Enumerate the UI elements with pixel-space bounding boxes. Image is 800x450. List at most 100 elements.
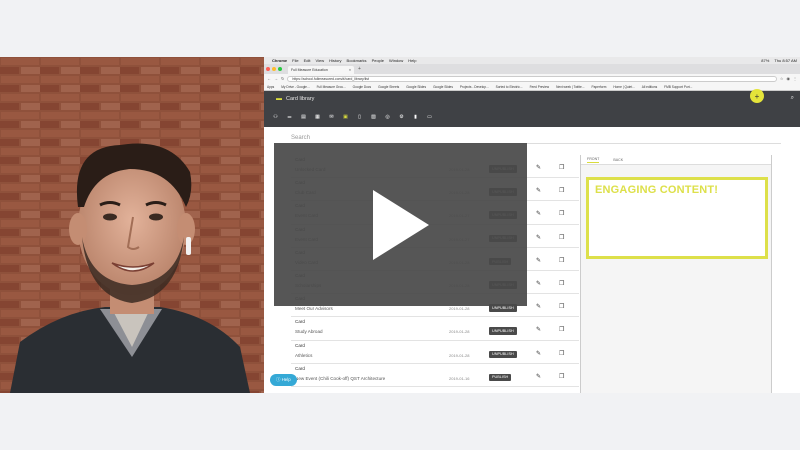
edit-icon[interactable]: ✎ [536,234,541,241]
video-icon[interactable]: ▭ [426,114,433,120]
menu-kebab-icon[interactable]: ⋮ [793,76,797,81]
menu-help[interactable]: Help [408,58,416,63]
copy-icon[interactable]: ❐ [559,303,564,310]
menu-people[interactable]: People [372,58,384,63]
help-label: Help [281,377,291,382]
settings-icon[interactable]: ⚙ [398,114,405,120]
card-type: Card [295,365,305,371]
back-icon[interactable]: ← [267,76,271,81]
publish-toggle-button[interactable]: PUBLISH [489,373,512,382]
tab-close-icon[interactable]: × [349,68,351,72]
bookmark-item[interactable]: Apps [267,85,274,89]
help-button[interactable]: ⓘ Help [270,374,297,386]
people-icon[interactable]: ⚇ [272,114,279,120]
copy-icon[interactable]: ❐ [559,257,564,264]
edit-icon[interactable]: ✎ [536,257,541,264]
browser-tab-bar: Full Measure Education × + [264,64,800,74]
edit-icon[interactable]: ✎ [536,350,541,357]
bookmarks-bar: Apps My Drive - Google... Full Measure G… [264,83,800,91]
page-title: Card library [286,96,315,102]
chat-icon[interactable]: ✉ [328,114,335,120]
edit-icon[interactable]: ✎ [536,373,541,380]
copy-icon[interactable]: ❐ [559,326,564,333]
copy-icon[interactable]: ❐ [559,210,564,217]
tablet-icon[interactable]: ▯ [356,114,363,120]
menu-view[interactable]: View [315,58,324,63]
card-date: 2019-01-28 [449,352,470,358]
bookmark-item[interactable]: Sorted to Electric... [496,85,523,89]
address-bar[interactable]: https://school.fullmeasured.com/#/card_l… [287,75,777,82]
publish-toggle-button[interactable]: UNPUBLISH [489,327,517,335]
reload-icon[interactable]: ↻ [281,76,284,81]
page-title-group: ▬ Card library [276,96,314,102]
edit-icon[interactable]: ✎ [536,280,541,287]
bookmark-item[interactable]: Google Sheets [378,85,399,89]
phone-icon[interactable]: ▮ [412,114,419,120]
bookmark-item[interactable]: Projects - Develop... [460,85,489,89]
play-icon[interactable] [371,188,431,262]
bookmark-item[interactable]: Google Docs [353,85,371,89]
clock: Thu 8:57 AM [774,58,797,63]
calendar-icon[interactable]: ▦ [314,114,321,120]
target-icon[interactable]: ◎ [384,114,391,120]
extensions-icon[interactable]: ◉ [787,76,791,81]
star-icon[interactable]: ☆ [780,76,784,81]
bookmark-item[interactable]: All editions [642,85,657,89]
menu-history[interactable]: History [329,58,341,63]
copy-icon[interactable]: ❐ [559,280,564,287]
menu-bookmarks[interactable]: Bookmarks [347,58,367,63]
new-tab-button[interactable]: + [358,66,361,72]
copy-icon[interactable]: ❐ [559,164,564,171]
bookmark-item[interactable]: Next week | Twitte... [556,85,584,89]
add-card-button[interactable]: + [750,89,764,103]
menu-window[interactable]: Window [389,58,403,63]
forward-icon[interactable]: → [274,76,278,81]
copy-icon[interactable]: ❐ [559,373,564,380]
battery-status: 87% [761,58,770,63]
minimize-window-icon[interactable] [272,67,276,71]
webcam-feed [0,57,264,393]
menu-chrome[interactable]: Chrome [272,58,287,63]
preview-card: ENGAGING CONTENT! [586,177,768,259]
table-row[interactable]: Card New Event (Chili Cook-off) QST Archi… [291,364,579,387]
bookmark-item[interactable]: Google Slides [433,85,453,89]
bookmark-item[interactable]: FMB Support Port... [664,85,692,89]
sliders-icon[interactable]: ⚌ [286,114,293,120]
bookmark-item[interactable]: Full Measure Grou... [317,85,346,89]
tab-back[interactable]: BACK [613,158,623,162]
publish-toggle-button[interactable]: UNPUBLISH [489,350,517,359]
bookmark-item[interactable]: Paperform [591,85,606,89]
copy-icon[interactable]: ❐ [559,234,564,241]
edit-icon[interactable]: ✎ [536,164,541,171]
card-date: 2019-01-28 [449,306,470,312]
card-label: New Event (Chili Cook-off) QST Architect… [295,375,386,381]
card-type: Card [295,319,305,325]
library-icon[interactable]: ▣ [342,114,349,120]
maximize-window-icon[interactable] [278,67,282,71]
preview-tabs: FRONT BACK [581,155,771,165]
copy-icon[interactable]: ❐ [559,350,564,357]
menu-icon[interactable]: ▬ [276,96,282,102]
table-row[interactable]: Card Athletics 2019-01-28 UNPUBLISH ✎ ❐ [291,341,579,364]
menu-edit[interactable]: Edit [304,58,311,63]
edit-icon[interactable]: ✎ [536,187,541,194]
bookmark-item[interactable]: Feed Preview [530,85,550,89]
bookmark-item[interactable]: Home | Quiet... [613,85,634,89]
edit-icon[interactable]: ✎ [536,303,541,310]
copy-icon[interactable]: ❐ [559,187,564,194]
image-icon[interactable]: ▧ [370,114,377,120]
bookmark-item[interactable]: My Drive - Google... [281,85,309,89]
close-window-icon[interactable] [266,67,270,71]
edit-icon[interactable]: ✎ [536,210,541,217]
tab-front[interactable]: FRONT [587,157,600,163]
table-row[interactable]: Card Study Abroad 2019-01-28 UNPUBLISH ✎ ❐ [291,317,579,341]
address-text: https://school.fullmeasured.com/#/card_l… [292,76,370,81]
bookmark-item[interactable]: Google Slides [406,85,426,89]
browser-tab[interactable]: Full Measure Education × [288,66,354,74]
document-icon[interactable]: ▤ [300,114,307,120]
search-icon[interactable]: ⌕ [791,95,794,102]
video-play-overlay[interactable] [274,143,527,306]
tab-title: Full Measure Education [291,68,328,72]
menu-file[interactable]: File [292,58,298,63]
edit-icon[interactable]: ✎ [536,326,541,333]
